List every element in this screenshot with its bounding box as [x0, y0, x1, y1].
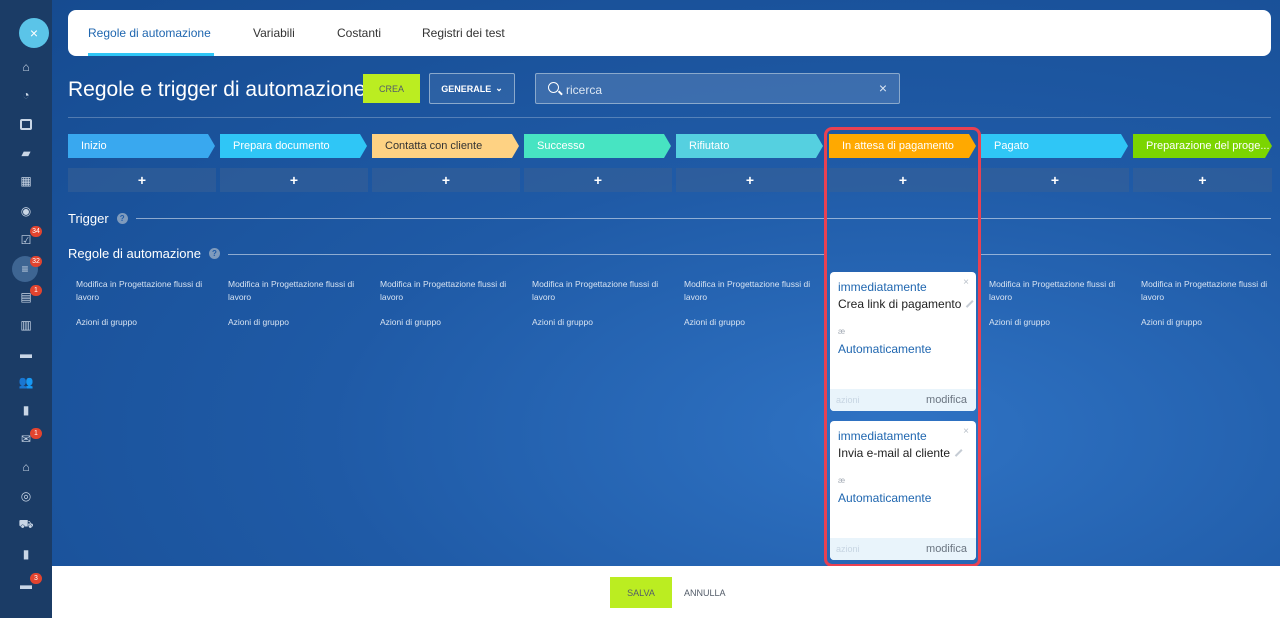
- modify-in-designer-link[interactable]: Modifica in Progettazione flussi di lavo…: [684, 278, 824, 304]
- modify-in-designer-link[interactable]: Modifica in Progettazione flussi di lavo…: [989, 278, 1129, 304]
- rules-label: Regole di automazione: [68, 246, 201, 261]
- home-icon[interactable]: ⌂: [18, 59, 34, 75]
- add-trigger-button[interactable]: +: [981, 168, 1129, 192]
- disk-icon[interactable]: ◉: [18, 203, 34, 219]
- modify-in-designer-link[interactable]: Modifica in Progettazione flussi di lavo…: [76, 278, 216, 304]
- target-icon[interactable]: ◎: [18, 488, 34, 504]
- trigger-section-label: Trigger ?: [68, 211, 128, 226]
- calendar-icon[interactable]: ▦: [18, 173, 34, 189]
- trigger-divider: [136, 218, 1271, 219]
- stage-contatta-con-cliente[interactable]: Contatta con cliente: [372, 134, 519, 158]
- header-divider: [68, 117, 1271, 118]
- save-button[interactable]: SALVA: [610, 577, 672, 608]
- help-icon[interactable]: ?: [116, 213, 128, 224]
- group-actions-link[interactable]: Azioni di gruppo: [76, 316, 216, 329]
- left-sidebar: × ⌂ ◔ ▰ ▦ ◉ ☑ 34 ≡ 32 ▤ 1 ▥ ▬ 👥 ▮ ✉ 1 ⌂ …: [0, 0, 52, 618]
- search-input[interactable]: [566, 81, 866, 99]
- group-actions-link[interactable]: Azioni di gruppo: [989, 316, 1129, 329]
- tab-variables[interactable]: Variabili: [253, 26, 295, 40]
- modify-in-designer-link[interactable]: Modifica in Progettazione flussi di lavo…: [532, 278, 672, 304]
- stage-preparazione-del-progetto[interactable]: Preparazione del proge...: [1133, 134, 1272, 158]
- add-trigger-button[interactable]: +: [676, 168, 824, 192]
- crm-badge: 32: [30, 256, 42, 267]
- general-dropdown-label: GENERALE: [441, 83, 492, 94]
- activity-icon[interactable]: ◔: [18, 87, 34, 103]
- create-button[interactable]: CREA: [363, 74, 420, 103]
- search-box: ×: [535, 73, 900, 104]
- stage-pagato[interactable]: Pagato: [981, 134, 1128, 158]
- trigger-label: Trigger: [68, 211, 109, 226]
- store-icon[interactable]: ⌂: [18, 459, 34, 475]
- add-trigger-button[interactable]: +: [1133, 168, 1272, 192]
- group-actions-link[interactable]: Azioni di gruppo: [380, 316, 520, 329]
- general-dropdown[interactable]: GENERALE ⌄: [429, 73, 515, 104]
- add-trigger-button[interactable]: +: [372, 168, 520, 192]
- employees-icon[interactable]: 👥: [18, 374, 34, 390]
- projects-icon[interactable]: ▥: [18, 317, 34, 333]
- cancel-button[interactable]: ANNULLA: [684, 588, 726, 598]
- inbox-icon[interactable]: ▬: [18, 346, 34, 362]
- checklist-badge: 34: [30, 226, 42, 237]
- mail-badge: 1: [30, 428, 42, 439]
- search-icon: [548, 82, 559, 93]
- stage-prepara-documento[interactable]: Prepara documento: [220, 134, 367, 158]
- stage-rifiutato[interactable]: Rifiutato: [676, 134, 823, 158]
- highlight-frame: [824, 127, 981, 567]
- modify-in-designer-link[interactable]: Modifica in Progettazione flussi di lavo…: [1141, 278, 1272, 304]
- modify-in-designer-link[interactable]: Modifica in Progettazione flussi di lavo…: [228, 278, 368, 304]
- stage-inizio[interactable]: Inizio: [68, 134, 215, 158]
- add-trigger-button[interactable]: +: [220, 168, 368, 192]
- active-tab-indicator: [88, 53, 214, 56]
- stage-successo[interactable]: Successo: [524, 134, 671, 158]
- cart-icon[interactable]: ⛟: [18, 517, 34, 533]
- group-actions-link[interactable]: Azioni di gruppo: [684, 316, 824, 329]
- rules-divider-right: [981, 254, 1271, 255]
- analytics-icon[interactable]: ▮: [18, 546, 34, 562]
- contacts-badge: 1: [30, 285, 42, 296]
- tasks-icon[interactable]: [18, 116, 34, 132]
- clear-search-icon[interactable]: ×: [879, 80, 887, 96]
- sales-badge: 3: [30, 573, 42, 584]
- tabs-bar: Regole di automazione Variabili Costanti…: [68, 10, 1271, 56]
- rules-divider-left: [228, 254, 825, 255]
- page-title: Regole e trigger di automazione: [68, 78, 366, 101]
- add-trigger-button[interactable]: +: [524, 168, 672, 192]
- tab-test-logs[interactable]: Registri dei test: [422, 26, 505, 40]
- chevron-down-icon: ⌄: [495, 83, 503, 93]
- tab-constants[interactable]: Costanti: [337, 26, 381, 40]
- group-actions-link[interactable]: Azioni di gruppo: [532, 316, 672, 329]
- help-icon[interactable]: ?: [208, 248, 220, 259]
- modify-in-designer-link[interactable]: Modifica in Progettazione flussi di lavo…: [380, 278, 520, 304]
- close-icon[interactable]: ×: [19, 18, 49, 48]
- add-trigger-button[interactable]: +: [68, 168, 216, 192]
- group-actions-link[interactable]: Azioni di gruppo: [1141, 316, 1272, 329]
- document-icon[interactable]: ▮: [18, 402, 34, 418]
- group-actions-link[interactable]: Azioni di gruppo: [228, 316, 368, 329]
- close-label: ×: [29, 25, 39, 41]
- chat-icon[interactable]: ▰: [18, 145, 34, 161]
- rules-section-label: Regole di automazione ?: [68, 246, 220, 261]
- tab-automation-rules[interactable]: Regole di automazione: [88, 26, 211, 40]
